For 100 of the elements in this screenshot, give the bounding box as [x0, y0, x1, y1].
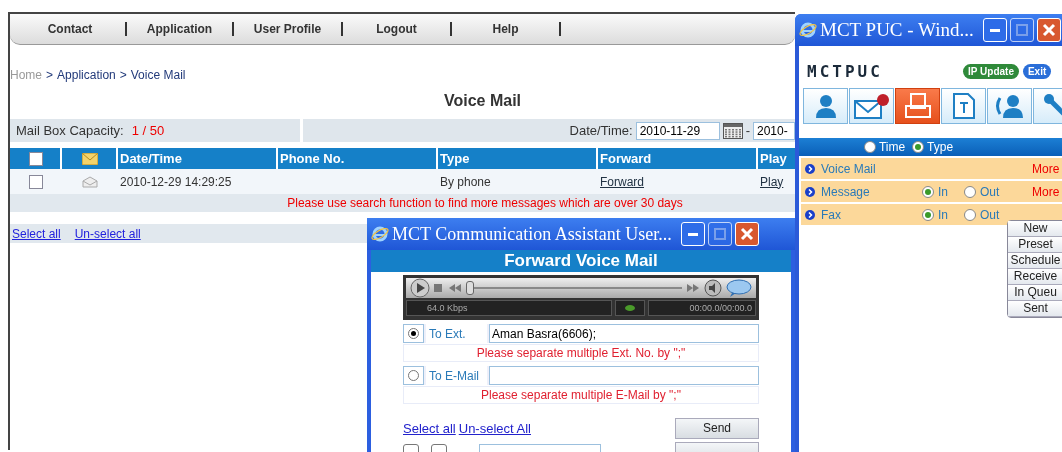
envelope-icon: [82, 152, 98, 165]
category-row[interactable]: Voice Mail More: [801, 158, 1062, 179]
capacity-value: 1 / 50: [131, 123, 165, 138]
checkbox[interactable]: [29, 174, 43, 189]
envelope-icon: [853, 93, 890, 119]
nav-link[interactable]: Contact: [15, 22, 127, 36]
close-icon: [739, 227, 754, 241]
date-field[interactable]: 2010-11-29: [635, 121, 720, 140]
radio-button[interactable]: [964, 208, 976, 221]
toolbar-tab[interactable]: [895, 88, 940, 124]
forward-link[interactable]: Forward: [600, 174, 644, 189]
radio-button[interactable]: [408, 370, 419, 381]
table-cell-text: 2010-12-29 14:29:25: [119, 173, 233, 191]
radio-button[interactable]: [408, 328, 419, 339]
speech-bubble-icon[interactable]: [726, 279, 752, 297]
nav-link[interactable]: Help: [452, 22, 561, 36]
toolbar-tab[interactable]: [803, 88, 848, 124]
pill-button[interactable]: Exit: [1022, 63, 1052, 79]
column-header: Forward: [598, 148, 756, 169]
unselect-all-link[interactable]: Un-select All: [458, 420, 531, 436]
input-field[interactable]: Aman Basra(6606);: [489, 324, 759, 343]
seek-thumb[interactable]: [466, 281, 474, 295]
radio-button[interactable]: [964, 185, 976, 198]
checkbox[interactable]: [29, 151, 43, 166]
dialog-heading: Forward Voice Mail: [371, 250, 791, 272]
fast-forward-icon[interactable]: [686, 283, 700, 293]
calendar-icon[interactable]: [722, 122, 743, 139]
date-label: Date/Time:: [569, 123, 633, 138]
toolbar-tab[interactable]: [849, 88, 894, 124]
category-label: Fax: [821, 207, 842, 222]
breadcrumb-link[interactable]: Application: [57, 68, 116, 84]
hint-text: Please separate multiple E-Mail by ";": [481, 388, 681, 402]
minimize-icon: [687, 232, 698, 236]
nav-link[interactable]: Application: [127, 22, 234, 36]
app-logo: MCTPUC: [807, 61, 884, 81]
menu-item[interactable]: Sent: [1008, 301, 1062, 317]
maximize-button[interactable]: [1009, 18, 1034, 42]
wrench-icon: [1043, 94, 1062, 118]
menu-item[interactable]: In Queu: [1008, 285, 1062, 301]
hint-text: Please separate multiple Ext. No. by ";": [476, 346, 686, 360]
radio-label: Time: [878, 140, 906, 154]
radio-button[interactable]: [922, 185, 934, 198]
input-field[interactable]: [489, 366, 759, 385]
toolbar-tab[interactable]: [987, 88, 1032, 124]
send-button[interactable]: Send: [675, 417, 759, 439]
radio-label: Out: [980, 207, 1000, 222]
column-header: Phone No.: [278, 148, 436, 169]
contact-icon: [994, 94, 1025, 118]
maximize-icon: [1015, 24, 1028, 36]
menu-item[interactable]: Receive: [1008, 269, 1062, 285]
maximize-icon: [713, 228, 726, 240]
nav-link[interactable]: User Profile: [234, 22, 343, 36]
notice-text: Please use search function to find more messages which are over 30 days: [287, 196, 683, 210]
select-all-link[interactable]: Select all: [12, 226, 61, 241]
radio-label: In: [938, 207, 948, 222]
maximize-button[interactable]: [707, 222, 732, 246]
close-button[interactable]: [1036, 18, 1061, 42]
seek-bar[interactable]: [466, 281, 682, 295]
radio-label: Out: [980, 184, 1000, 199]
volume-icon[interactable]: [704, 279, 722, 297]
close-button[interactable]: [734, 222, 759, 246]
category-label: Voice Mail: [821, 161, 877, 176]
radio-label: In: [938, 184, 948, 199]
menu-item[interactable]: New: [1008, 221, 1062, 237]
date-separator: -: [745, 123, 750, 138]
category-label: Message: [821, 184, 871, 199]
radio-button[interactable]: [912, 141, 925, 153]
column-header: Type: [438, 148, 596, 169]
arrow-icon: [805, 209, 815, 220]
breadcrumb-separator: >: [119, 68, 127, 84]
time-readout: 00:00.0/00:00.0: [648, 300, 756, 316]
radio-button[interactable]: [863, 141, 876, 153]
page-title: Voice Mail: [442, 92, 523, 111]
date-field[interactable]: 2010-: [753, 121, 795, 140]
document-icon: [952, 93, 975, 119]
minimize-button[interactable]: [680, 222, 705, 246]
play-icon[interactable]: [410, 278, 430, 298]
capacity-label: Mail Box Capacity:: [16, 123, 124, 138]
table-cell-text: By phone: [439, 173, 492, 191]
window-title: MCT PUC - Wind...: [820, 19, 974, 41]
play-link[interactable]: Play: [760, 174, 784, 189]
radio-button[interactable]: [922, 208, 934, 221]
toolbar-tab[interactable]: [941, 88, 986, 124]
breadcrumb-separator: >: [46, 68, 54, 84]
rewind-icon[interactable]: [448, 283, 462, 293]
nav-link[interactable]: Logout: [343, 22, 452, 36]
select-all-link[interactable]: Select all: [403, 420, 456, 436]
open-envelope-icon: [82, 175, 98, 188]
radio-label: Type: [927, 140, 954, 154]
breadcrumb-link[interactable]: Voice Mail: [130, 68, 186, 84]
field-label: To Ext.: [426, 324, 487, 343]
window-title: MCT Communication Assistant User...: [392, 223, 672, 245]
unselect-all-link[interactable]: Un-select all: [74, 226, 141, 241]
menu-item[interactable]: Schedule: [1008, 253, 1062, 269]
minimize-button[interactable]: [982, 18, 1007, 42]
menu-item[interactable]: Preset: [1008, 237, 1062, 253]
fax-icon: [903, 93, 932, 119]
stop-icon[interactable]: [434, 283, 444, 293]
field-label: To E-Mail: [426, 366, 487, 385]
pill-button[interactable]: IP Update: [963, 63, 1019, 79]
